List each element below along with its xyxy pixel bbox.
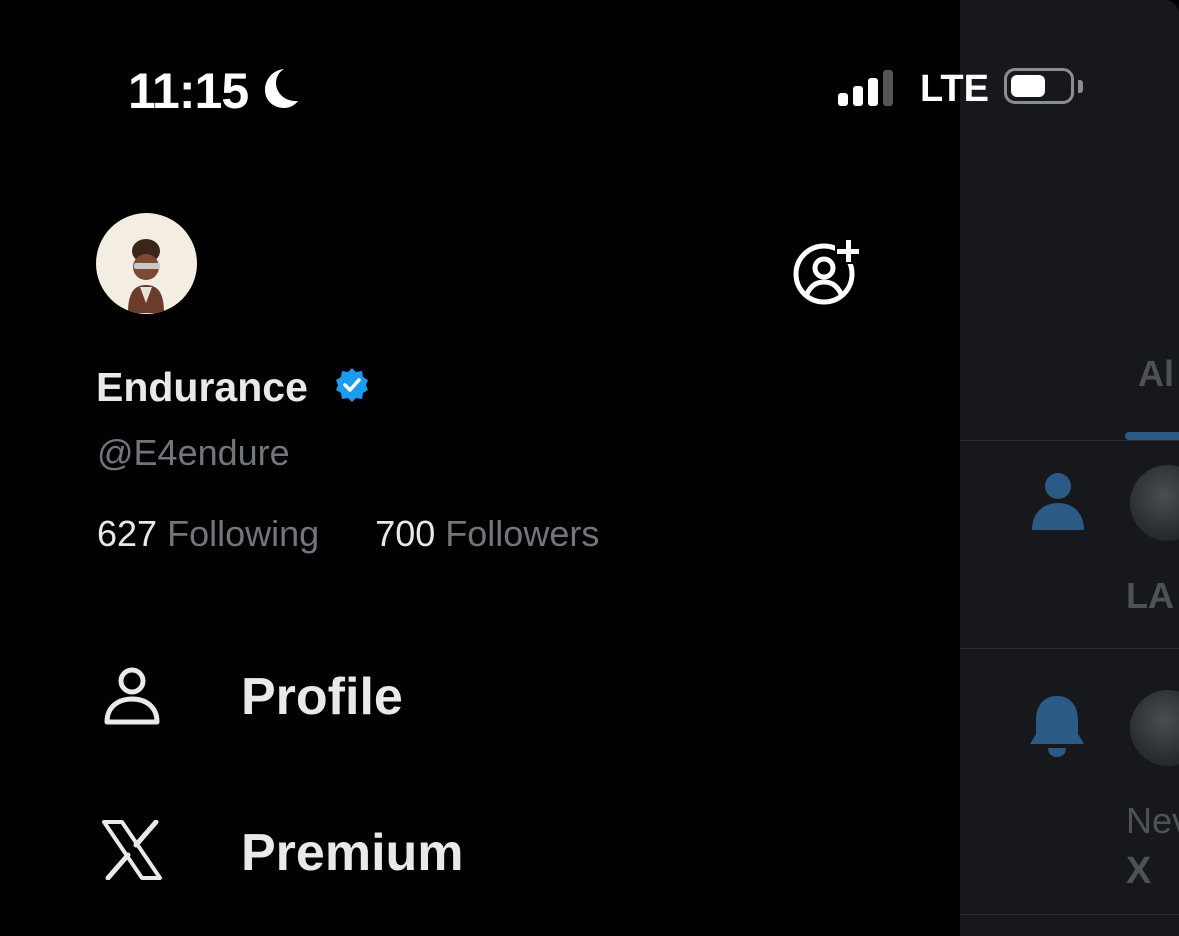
battery-tip — [1078, 80, 1083, 93]
profile-avatar[interactable] — [96, 213, 197, 314]
battery-icon — [1004, 68, 1074, 104]
followers-link[interactable]: 700 Followers — [375, 513, 599, 554]
notification-avatar[interactable] — [1130, 465, 1179, 541]
add-account-icon[interactable] — [791, 236, 863, 308]
following-count: 627 — [97, 513, 158, 554]
bell-icon — [1030, 696, 1084, 757]
status-time: 11:15 — [128, 63, 249, 119]
followers-label: Followers — [445, 513, 600, 554]
tab-all[interactable]: Al — [1138, 353, 1174, 395]
divider — [960, 914, 1179, 915]
moon-icon — [265, 69, 298, 108]
person-icon — [1032, 473, 1084, 530]
verified-badge-icon — [336, 368, 368, 402]
avatar-image — [128, 239, 164, 313]
network-type: LTE — [920, 68, 989, 110]
divider — [960, 440, 1179, 441]
notification-name: LA — [1126, 575, 1174, 616]
menu-item-profile[interactable]: Profile — [0, 642, 900, 752]
following-label: Following — [167, 513, 320, 554]
person-icon — [104, 667, 160, 725]
display-name[interactable]: Endurance — [96, 364, 308, 411]
notification-text: Nev — [1126, 800, 1179, 841]
menu-item-premium[interactable]: Premium — [0, 798, 900, 908]
x-logo-icon — [102, 820, 162, 880]
divider — [960, 648, 1179, 649]
user-handle[interactable]: @E4endure — [97, 432, 290, 474]
background-app-panel[interactable]: Al LA Nev X — [960, 0, 1179, 936]
follow-stats: 627 Following 700 Followers — [97, 513, 599, 555]
notification-source: X — [1126, 850, 1152, 892]
signal-strength-icon — [838, 70, 893, 106]
menu-label-premium: Premium — [241, 824, 464, 882]
following-link[interactable]: 627 Following — [97, 513, 329, 554]
followers-count: 700 — [375, 513, 436, 554]
notification-avatar[interactable] — [1130, 690, 1179, 766]
tab-active-indicator — [1125, 432, 1179, 440]
menu-label-profile: Profile — [241, 668, 403, 726]
